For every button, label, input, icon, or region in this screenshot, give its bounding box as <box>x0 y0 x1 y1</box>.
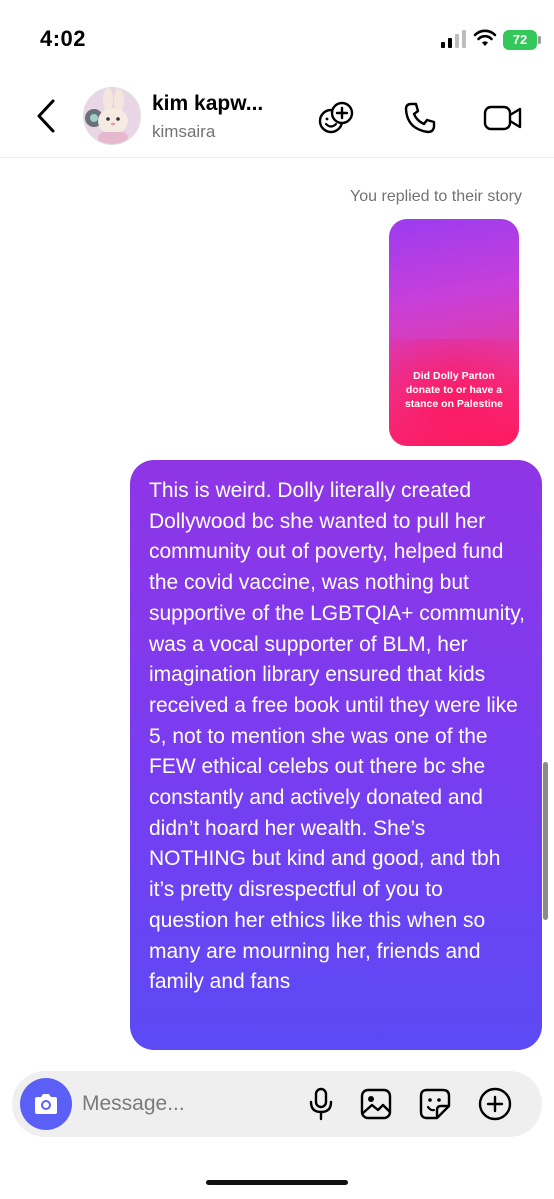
story-reply-label: You replied to their story <box>350 188 522 205</box>
microphone-icon <box>309 1087 333 1121</box>
status-bar: 4:02 72 <box>0 0 554 80</box>
scrollbar[interactable] <box>543 762 548 920</box>
phone-icon <box>404 102 436 134</box>
battery-indicator: 72 <box>503 30 537 50</box>
gallery-button[interactable] <box>358 1086 394 1122</box>
story-preview[interactable]: Did Dolly Parton donate to or have a sta… <box>389 219 519 446</box>
video-camera-icon <box>483 105 522 131</box>
message-thread[interactable]: • • • • You replied to their story Did D… <box>0 158 554 1058</box>
voice-button[interactable] <box>303 1086 339 1122</box>
contact-name[interactable]: kim kapw... <box>152 92 263 116</box>
camera-button[interactable] <box>20 1078 72 1130</box>
wifi-icon <box>473 29 497 46</box>
avatar[interactable] <box>83 87 141 145</box>
status-time: 4:02 <box>40 26 87 51</box>
call-button[interactable] <box>400 98 440 138</box>
chat-header: kim kapw... kimsaira <box>0 80 554 158</box>
clipped-timestamp: • • • • <box>240 158 283 163</box>
gallery-icon <box>360 1088 392 1120</box>
add-effect-icon <box>318 101 354 134</box>
camera-icon <box>35 1094 57 1114</box>
message-text: This is weird. Dolly literally created D… <box>149 479 526 994</box>
message-bubble[interactable]: This is weird. Dolly literally created D… <box>130 460 542 1050</box>
signal-icon <box>441 30 466 48</box>
contact-handle: kimsaira <box>152 122 216 141</box>
sticker-button[interactable] <box>417 1086 453 1122</box>
story-text: Did Dolly Parton donate to or have a sta… <box>404 370 504 410</box>
battery-tip <box>538 36 541 44</box>
sticker-icon <box>419 1088 451 1120</box>
add-effect-button[interactable] <box>316 98 356 138</box>
message-composer <box>12 1071 542 1137</box>
back-button[interactable] <box>30 96 62 136</box>
video-call-button[interactable] <box>483 98 523 138</box>
home-indicator[interactable] <box>206 1180 348 1185</box>
chevron-left-icon <box>37 99 55 133</box>
message-input[interactable] <box>82 1090 292 1118</box>
plus-icon <box>478 1087 512 1121</box>
more-button[interactable] <box>477 1086 513 1122</box>
bunny-avatar-icon <box>84 88 140 144</box>
